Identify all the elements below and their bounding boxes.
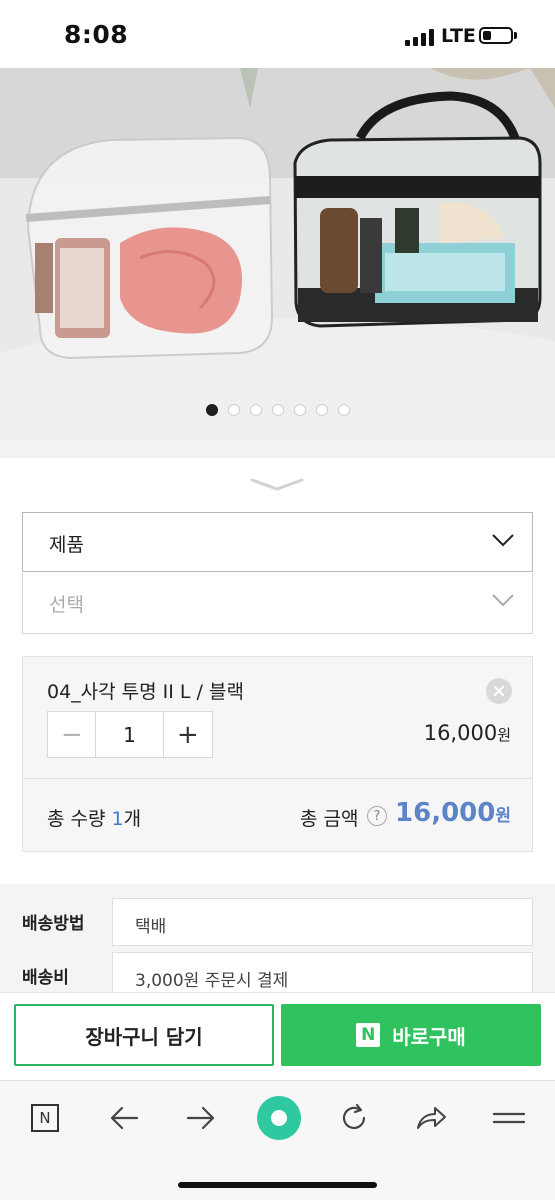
image-pagination [0,404,555,418]
pagination-dot[interactable] [293,404,306,416]
card-divider [23,778,532,779]
quantity-decrease-button[interactable]: − [48,712,97,757]
total-amount: 16,000원 [395,798,511,828]
pagination-dot[interactable] [227,404,240,416]
pagination-dot[interactable] [271,404,284,416]
product-image[interactable] [0,68,555,440]
naver-pay-icon: N [356,1023,381,1047]
reload-icon[interactable] [334,1098,374,1138]
pagination-dot[interactable] [315,404,328,416]
menu-icon[interactable] [489,1098,529,1138]
back-arrow-icon[interactable] [104,1098,144,1138]
option-price-currency: 원 [497,726,511,744]
quantity-value[interactable]: 1 [96,712,164,757]
pagination-dot[interactable] [205,404,218,416]
add-to-cart-button[interactable]: 장바구니 담기 [14,1004,274,1066]
total-amount-currency: 원 [495,806,511,826]
total-quantity-unit: 개 [123,808,142,830]
collapse-chevron-icon[interactable] [248,474,306,494]
product-select[interactable]: 제품 [22,512,533,572]
product-select-label: 제품 [49,534,84,556]
total-amount-label: 총 금액 [300,808,359,830]
shipping-method-label: 배송방법 [22,914,85,934]
product-photo-illustration [0,68,555,440]
chevron-down-icon [492,594,514,607]
signal-icon [405,28,435,46]
quantity-stepper: − 1 + [47,711,213,758]
chevron-down-icon [492,534,514,547]
shipping-method-value: 택배 [112,898,533,946]
buy-now-button[interactable]: N 바로구매 [281,1004,541,1066]
quantity-increase-button[interactable]: + [164,712,212,757]
selected-option-name: 04_사각 투명 II L / 블랙 [47,681,244,703]
sheet-separator [0,440,555,458]
pagination-dot[interactable] [337,404,350,416]
network-label: LTE [441,25,476,47]
home-indicator [178,1182,377,1188]
total-quantity-label: 총 수량 [47,808,112,830]
option-price: 16,000원 [424,721,511,745]
naver-home-badge: N [31,1104,59,1132]
option-select[interactable]: 선택 [22,573,533,634]
status-time: 8:08 [64,20,129,49]
total-amount-value: 16,000 [395,798,496,828]
shipping-fee-label: 배송비 [22,968,69,988]
forward-arrow-icon[interactable] [181,1098,221,1138]
option-select-placeholder: 선택 [49,594,84,616]
option-price-value: 16,000 [423,721,498,745]
total-quantity: 총 수량 1개 [47,804,141,831]
share-icon[interactable] [411,1098,451,1138]
naver-home-icon[interactable]: N [25,1098,65,1138]
total-quantity-value: 1 [111,808,124,830]
pagination-dot[interactable] [249,404,262,416]
green-dot-icon[interactable] [257,1096,301,1140]
close-icon [493,685,505,697]
help-icon[interactable]: ? [367,806,387,826]
battery-icon [479,27,513,44]
buy-now-label: 바로구매 [392,1024,466,1049]
remove-option-button[interactable] [486,678,512,704]
